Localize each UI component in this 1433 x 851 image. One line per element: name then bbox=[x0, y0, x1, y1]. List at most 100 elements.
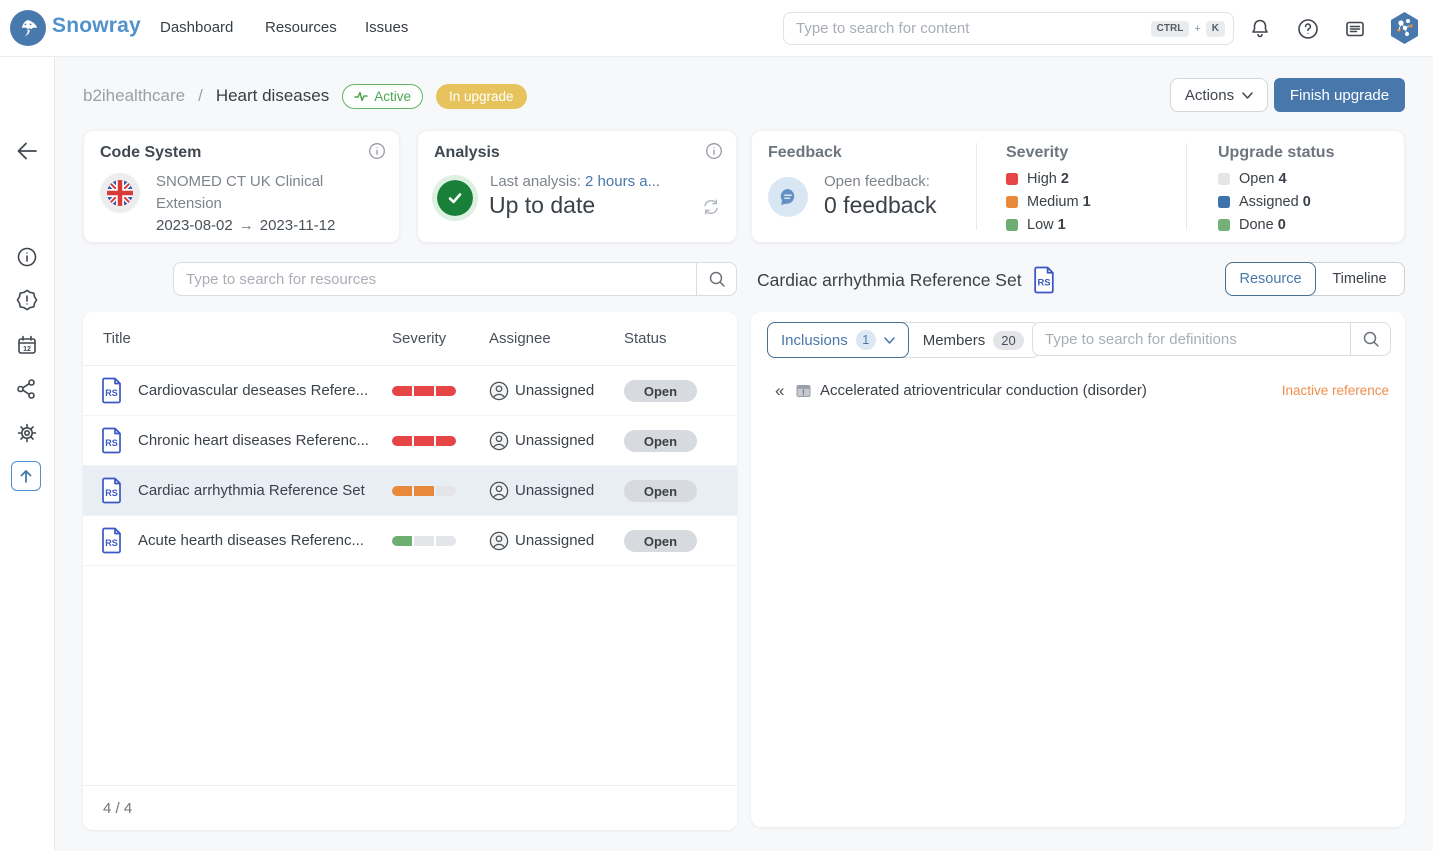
assignee-avatar-icon bbox=[489, 481, 509, 501]
svg-text:12: 12 bbox=[23, 346, 31, 353]
search-icon[interactable] bbox=[1350, 323, 1390, 355]
nav-link-dashboard[interactable]: Dashboard bbox=[160, 19, 233, 36]
severity-bar bbox=[392, 436, 456, 446]
avatar[interactable] bbox=[1388, 11, 1421, 45]
refresh-icon[interactable] bbox=[701, 197, 721, 217]
svg-text:RS: RS bbox=[105, 388, 118, 398]
resources-search bbox=[173, 262, 737, 296]
nav-link-issues[interactable]: Issues bbox=[365, 19, 408, 36]
help-icon[interactable] bbox=[1294, 15, 1322, 43]
finish-upgrade-button[interactable]: Finish upgrade bbox=[1274, 78, 1405, 112]
nav-link-resources[interactable]: Resources bbox=[265, 19, 337, 36]
column-status: Status bbox=[624, 312, 667, 366]
calendar-icon[interactable]: 12 bbox=[12, 330, 42, 360]
global-search-input[interactable] bbox=[796, 20, 1151, 37]
info-icon[interactable] bbox=[12, 242, 42, 272]
uk-flag-icon bbox=[100, 173, 140, 213]
definition-tabs: Inclusions 1 Members 20 bbox=[767, 322, 1040, 358]
reference-set-icon: RS bbox=[101, 377, 123, 404]
high-color-swatch bbox=[1006, 173, 1018, 185]
tab-timeline[interactable]: Timeline bbox=[1315, 263, 1404, 295]
analysis-title: Analysis bbox=[434, 144, 500, 162]
news-icon[interactable] bbox=[1341, 15, 1369, 43]
upgrade-assigned: Assigned 0 bbox=[1218, 194, 1311, 210]
breadcrumb-parent[interactable]: b2ihealthcare bbox=[83, 86, 185, 106]
severity-bar bbox=[392, 536, 456, 546]
table-footer-count: 4 / 4 bbox=[83, 785, 737, 830]
assignee-avatar-icon bbox=[489, 431, 509, 451]
column-severity: Severity bbox=[392, 312, 446, 366]
status-badge: Open bbox=[624, 430, 697, 452]
assignee-label: Unassigned bbox=[515, 416, 594, 466]
concept-type-icon bbox=[796, 383, 811, 398]
concept-label: Accelerated atrioventricular conduction … bbox=[820, 376, 1147, 406]
shortcut-ctrl-key: CTRL bbox=[1151, 21, 1190, 37]
resources-search-input[interactable] bbox=[174, 263, 696, 295]
svg-text:RS: RS bbox=[105, 488, 118, 498]
assignee-avatar-icon bbox=[489, 531, 509, 551]
severity-medium: Medium 1 bbox=[1006, 194, 1091, 210]
resource-title: Cardiac arrhythmia Reference Set bbox=[138, 466, 365, 516]
left-rail: 12 bbox=[0, 57, 55, 851]
gear-icon[interactable] bbox=[12, 418, 42, 448]
open-feedback-value: 0 feedback bbox=[824, 192, 937, 219]
shortcut-plus: + bbox=[1194, 23, 1200, 35]
inactive-reference-flag: Inactive reference bbox=[1282, 376, 1389, 406]
detail-title: Cardiac arrhythmia Reference Set RS bbox=[757, 266, 1056, 294]
app-root: Snowray Dashboard Resources Issues CTRL … bbox=[0, 0, 1433, 851]
tab-members[interactable]: Members 20 bbox=[908, 323, 1039, 357]
arrow-right-icon: → bbox=[233, 217, 260, 234]
open-color-swatch bbox=[1218, 173, 1230, 185]
upgrade-status-title: Upgrade status bbox=[1218, 144, 1334, 162]
collapse-icon[interactable]: « bbox=[775, 376, 784, 406]
snowray-logo-icon[interactable] bbox=[10, 10, 46, 46]
inclusion-row[interactable]: « Accelerated atrioventricular conductio… bbox=[751, 376, 1405, 406]
resources-table: Title Severity Assignee Status RS Cardio… bbox=[83, 312, 737, 830]
reference-set-icon: RS bbox=[1033, 266, 1056, 294]
view-toggle: Resource Timeline bbox=[1225, 262, 1405, 296]
tab-resource[interactable]: Resource bbox=[1225, 262, 1316, 296]
divider bbox=[1186, 143, 1187, 230]
severity-summary: Severity High 2 Medium 1 Low 1 bbox=[1006, 131, 1181, 242]
global-search: CTRL + K bbox=[783, 12, 1234, 45]
shortcut-k-key: K bbox=[1206, 21, 1225, 37]
definitions-search-input[interactable] bbox=[1033, 323, 1350, 355]
feedback-title: Feedback bbox=[768, 144, 842, 162]
top-navbar: Snowray Dashboard Resources Issues CTRL … bbox=[0, 0, 1433, 57]
reference-set-icon: RS bbox=[101, 427, 123, 454]
severity-bar bbox=[392, 486, 456, 496]
table-row[interactable]: RS Chronic heart diseases Referenc... Un… bbox=[83, 416, 737, 466]
search-icon[interactable] bbox=[696, 263, 736, 295]
detail-card: Inclusions 1 Members 20 « bbox=[751, 312, 1405, 827]
pulse-icon bbox=[354, 91, 368, 102]
tab-inclusions[interactable]: Inclusions 1 bbox=[767, 322, 909, 358]
severity-high: High 2 bbox=[1006, 171, 1069, 187]
severity-title: Severity bbox=[1006, 144, 1068, 162]
page-title: Heart diseases bbox=[216, 86, 329, 106]
share-icon[interactable] bbox=[12, 374, 42, 404]
analysis-card: Analysis Last analysis: 2 hours a... Up … bbox=[417, 130, 737, 243]
divider bbox=[976, 143, 977, 230]
breadcrumb: b2ihealthcare / Heart diseases Active In… bbox=[83, 78, 527, 114]
back-arrow-icon[interactable] bbox=[12, 136, 42, 166]
severity-low: Low 1 bbox=[1006, 217, 1066, 233]
table-row[interactable]: RS Acute hearth diseases Referenc... Una… bbox=[83, 516, 737, 566]
column-title: Title bbox=[103, 312, 131, 366]
alert-badge-icon[interactable] bbox=[12, 285, 42, 315]
code-system-title: Code System bbox=[100, 144, 201, 162]
assignee-avatar-icon bbox=[489, 381, 509, 401]
table-row[interactable]: RS Cardiovascular deseases Refere... Una… bbox=[83, 366, 737, 416]
actions-button[interactable]: Actions bbox=[1170, 78, 1268, 112]
resource-title: Cardiovascular deseases Refere... bbox=[138, 366, 368, 416]
reference-set-icon: RS bbox=[101, 477, 123, 504]
info-icon[interactable] bbox=[368, 142, 386, 160]
severity-bar bbox=[392, 386, 456, 396]
members-count-badge: 20 bbox=[993, 331, 1023, 350]
bell-icon[interactable] bbox=[1246, 15, 1274, 43]
upload-icon[interactable] bbox=[11, 461, 41, 491]
brand-name: Snowray bbox=[52, 14, 141, 38]
resource-title: Acute hearth diseases Referenc... bbox=[138, 516, 364, 566]
last-analysis-link[interactable]: 2 hours a... bbox=[585, 173, 660, 190]
table-row[interactable]: RS Cardiac arrhythmia Reference Set Unas… bbox=[83, 466, 737, 516]
info-icon[interactable] bbox=[705, 142, 723, 160]
